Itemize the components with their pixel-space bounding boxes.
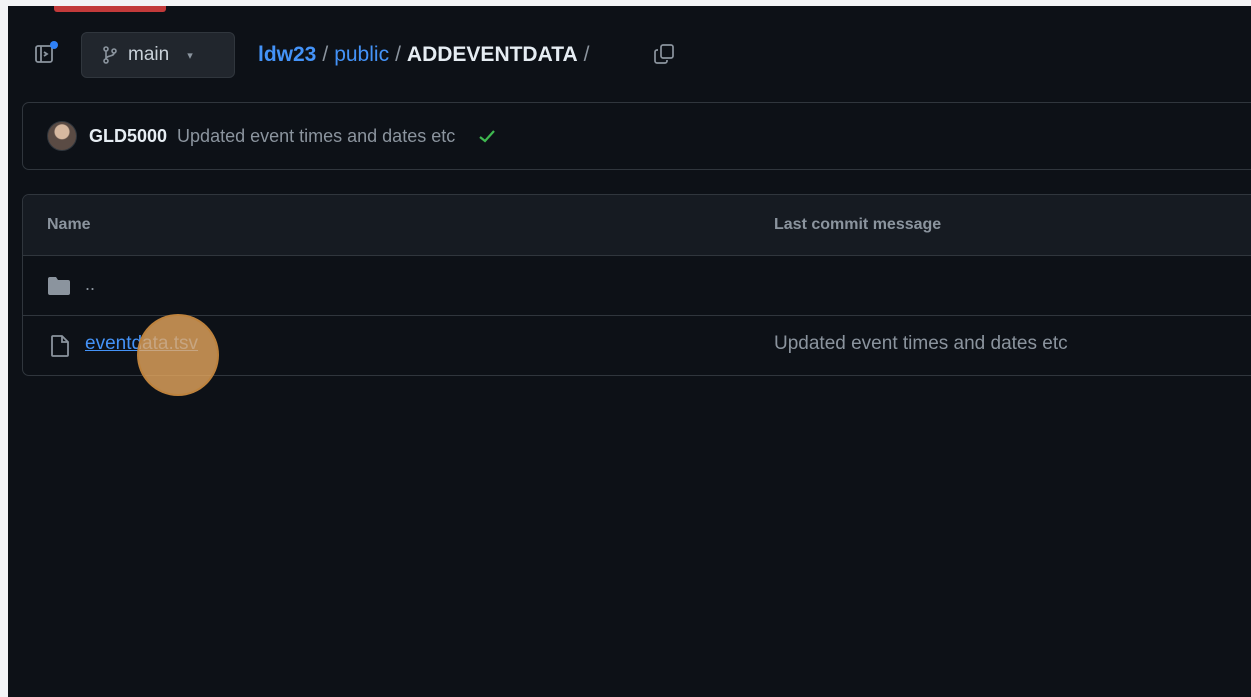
- git-branch-icon: [103, 46, 117, 64]
- file-table: Name Last commit message .. eventdata.ts…: [22, 194, 1251, 376]
- breadcrumb: ldw23 / public / ADDEVENTDATA /: [258, 40, 595, 70]
- breadcrumb-separator: /: [322, 43, 329, 66]
- chevron-down-icon: ▾: [187, 49, 193, 62]
- breadcrumb-separator: /: [395, 43, 401, 66]
- breadcrumb-public-link[interactable]: public: [334, 43, 389, 67]
- breadcrumb-current-folder: ADDEVENTDATA: [406, 43, 578, 66]
- breadcrumb-separator: /: [583, 43, 590, 66]
- parent-directory-link[interactable]: ..: [85, 274, 95, 295]
- parent-directory-row[interactable]: ..: [23, 256, 1251, 316]
- check-icon[interactable]: [477, 126, 497, 146]
- file-icon: [51, 335, 69, 357]
- file-commit-message[interactable]: Updated event times and dates etc: [774, 333, 1068, 355]
- branch-selector-button[interactable]: main ▾: [81, 32, 235, 78]
- file-link[interactable]: eventdata.tsv: [85, 333, 198, 355]
- repo-browser-frame: main ▾ ldw23 / public / ADDEVENTDATA / G…: [8, 6, 1251, 697]
- commit-message[interactable]: Updated event times and dates etc: [177, 126, 455, 147]
- notification-dot: [50, 41, 58, 49]
- breadcrumb-owner-link[interactable]: ldw23: [258, 43, 316, 67]
- latest-commit-bar: GLD5000 Updated event times and dates et…: [22, 102, 1251, 170]
- top-accent-bar: [54, 6, 166, 12]
- table-header-row: Name Last commit message: [23, 195, 1251, 256]
- folder-icon: [48, 277, 70, 295]
- column-header-last-commit: Last commit message: [774, 216, 942, 233]
- column-header-name: Name: [47, 216, 91, 233]
- avatar[interactable]: [47, 121, 77, 151]
- commit-author[interactable]: GLD5000: [89, 126, 167, 147]
- sidebar-expand-icon[interactable]: [34, 41, 58, 66]
- branch-name: main: [128, 44, 170, 65]
- table-row: eventdata.tsv Updated event times and da…: [23, 316, 1251, 375]
- copy-icon[interactable]: [652, 42, 678, 68]
